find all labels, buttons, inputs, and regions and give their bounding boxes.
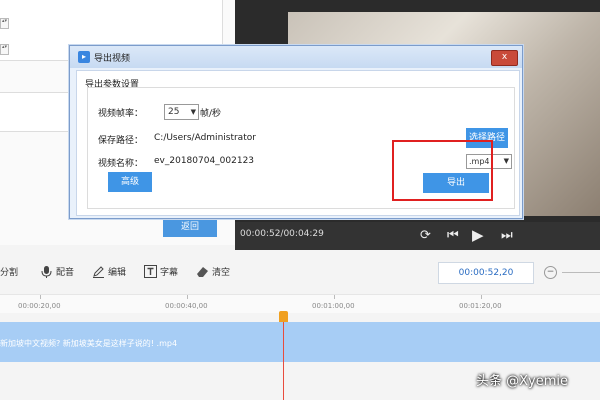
video-name-field[interactable]: ev_20180704_002123	[154, 156, 254, 166]
microphone-icon	[41, 266, 52, 278]
split-tool[interactable]: 分割	[0, 265, 18, 278]
ruler-tick	[334, 295, 335, 299]
clip-label: 新加坡中文视频? 新加坡美女是这样子说的! .mp4	[0, 339, 178, 348]
zoom-out-icon[interactable]: −	[544, 266, 557, 279]
play-icon[interactable]: ▶	[472, 228, 484, 243]
close-button[interactable]: x	[491, 50, 518, 66]
zoom-slider[interactable]	[562, 272, 600, 273]
skip-back-icon[interactable]: ⏮	[447, 229, 459, 243]
split-tool-label: 分割	[0, 268, 19, 278]
timeline-ruler[interactable]: 00:00:20,00 00:00:40,00 00:01:00,00 00:0…	[0, 294, 600, 313]
clear-tool-label: 清空	[212, 268, 231, 278]
fps-unit: 帧/秒	[200, 109, 222, 119]
app-icon: ▸	[78, 51, 90, 63]
ruler-tick-label: 00:01:00,00	[312, 302, 355, 310]
rotate-icon[interactable]: ⟳	[420, 229, 431, 243]
eraser-icon	[197, 267, 208, 277]
spinner-arrows[interactable]: ▴▾	[0, 44, 9, 55]
spinner-arrows[interactable]: ▴▾	[0, 18, 9, 29]
dubbing-tool[interactable]: 配音	[40, 265, 74, 278]
dialog-titlebar[interactable]: ▸ 导出视频 x	[70, 46, 522, 68]
subtitle-tool-label: 字幕	[160, 268, 179, 278]
ruler-tick	[40, 295, 41, 299]
video-name-label: 视频名称：	[98, 159, 144, 169]
ruler-tick	[187, 295, 188, 299]
edit-tool[interactable]: 编辑	[92, 265, 126, 278]
skip-forward-icon[interactable]: ⏭	[501, 229, 513, 243]
back-button[interactable]: 返回	[163, 217, 217, 237]
watermark: 头条 @Xyemie	[476, 374, 569, 389]
pencil-icon	[93, 266, 104, 278]
playhead-handle[interactable]	[279, 311, 288, 322]
current-time-field[interactable]: 00:00:52,20	[438, 262, 534, 284]
ruler-tick-label: 00:00:40,00	[165, 302, 208, 310]
text-icon	[144, 265, 157, 278]
fps-value: 25	[168, 107, 180, 117]
clear-tool[interactable]: 清空	[196, 265, 230, 278]
playhead-line[interactable]	[283, 312, 284, 400]
ruler-tick-label: 00:01:20,00	[459, 302, 502, 310]
fps-select[interactable]: 25 ▼	[164, 104, 199, 120]
ruler-tick	[481, 295, 482, 299]
save-path-value: C:/Users/Administrator	[154, 133, 256, 143]
highlight-annotation-box	[392, 140, 493, 201]
chevron-down-icon: ▼	[190, 108, 196, 116]
fps-label: 视频帧率：	[98, 109, 144, 119]
playback-time: 00:00:52/00:04:29	[240, 229, 324, 239]
advanced-button[interactable]: 高级	[108, 172, 152, 192]
subtitle-tool[interactable]: 字幕	[144, 265, 178, 278]
chevron-down-icon: ▼	[503, 157, 509, 165]
ruler-tick-label: 00:00:20,00	[18, 302, 61, 310]
dialog-title: 导出视频	[94, 54, 131, 64]
save-path-label: 保存路径：	[98, 136, 144, 146]
dubbing-tool-label: 配音	[56, 268, 75, 278]
edit-tool-label: 编辑	[108, 268, 127, 278]
